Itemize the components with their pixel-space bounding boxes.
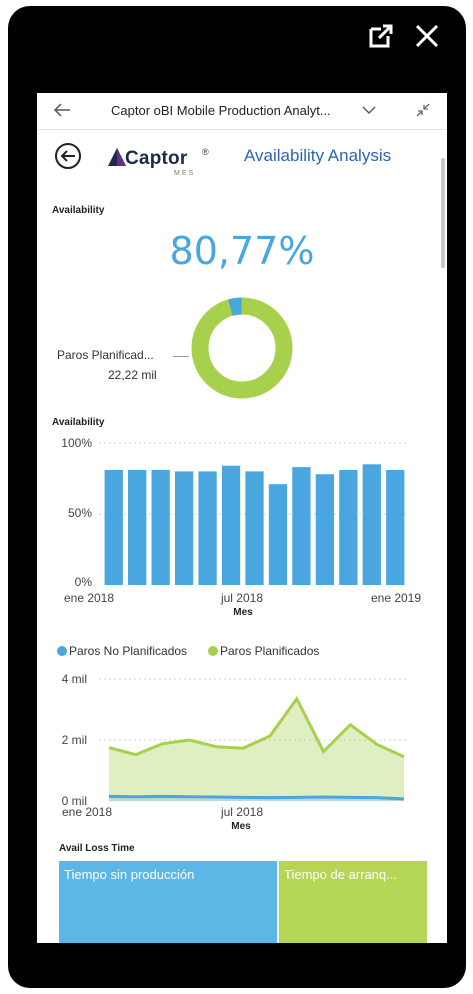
bar[interactable] — [268, 484, 288, 585]
app-screen: Captor oBI Mobile Production Analyt... C… — [37, 61, 447, 943]
logo-text: Captor — [125, 148, 188, 169]
bar[interactable] — [198, 471, 217, 585]
logo-registered: ® — [202, 147, 209, 157]
app-bar: Captor oBI Mobile Production Analyt... — [37, 93, 447, 130]
bar[interactable] — [339, 469, 358, 585]
logo-subtitle: MES — [174, 170, 196, 177]
donut-leader-line — [173, 356, 189, 357]
device-frame: Captor oBI Mobile Production Analyt... C… — [0, 0, 473, 994]
bar[interactable] — [174, 471, 194, 585]
area-fill — [109, 698, 404, 801]
x-tick: ene 2019 — [371, 591, 421, 605]
treemap-title: Avail Loss Time — [59, 843, 135, 854]
y-tick: 4 mil — [62, 672, 87, 686]
legend-label: Paros No Planificados — [69, 644, 187, 658]
collapse-icon[interactable] — [415, 102, 431, 123]
bar[interactable] — [128, 469, 147, 585]
donut-slice-planned[interactable] — [191, 297, 293, 399]
donut-value: 22,22 mil — [108, 368, 157, 382]
y-tick: 50% — [68, 506, 92, 520]
chevron-down-icon[interactable] — [361, 102, 377, 123]
treemap-tile-label: Tiempo de arranq... — [284, 867, 397, 882]
x-tick: ene 2018 — [64, 591, 114, 605]
bar[interactable] — [245, 471, 264, 585]
treemap: Tiempo sin producción Tiempo de arranq..… — [59, 861, 427, 943]
donut-label: Paros Planificad... — [57, 348, 154, 362]
legend-label: Paros Planificados — [220, 644, 319, 658]
bar[interactable] — [315, 474, 335, 585]
treemap-tile-label: Tiempo sin producción — [64, 867, 195, 882]
close-icon[interactable] — [413, 22, 441, 50]
scrollbar[interactable] — [441, 158, 445, 268]
x-tick: ene 2018 — [62, 805, 112, 819]
bar[interactable] — [221, 465, 241, 585]
legend-marker-unplanned — [57, 646, 67, 656]
bar[interactable] — [386, 469, 405, 585]
bar[interactable] — [292, 467, 311, 585]
window-controls — [367, 22, 441, 50]
bar[interactable] — [362, 464, 381, 585]
back-circle-icon[interactable] — [54, 142, 82, 175]
treemap-tile-no-production[interactable]: Tiempo sin producción — [59, 861, 277, 943]
arrow-left-icon[interactable] — [51, 99, 73, 121]
x-tick: jul 2018 — [220, 805, 263, 819]
area-chart[interactable]: 4 mil 2 mil 0 mil ene 2018 jul 2018 Mes — [37, 665, 447, 845]
legend-marker-planned — [208, 646, 218, 656]
kpi-value: 80,77% — [169, 229, 315, 273]
kpi-label: Availability — [52, 205, 105, 216]
x-axis-label: Mes — [233, 607, 253, 618]
x-axis-label: Mes — [231, 821, 251, 832]
x-tick: jul 2018 — [220, 591, 263, 605]
report-title[interactable]: Captor oBI Mobile Production Analyt... — [111, 103, 331, 118]
bar[interactable] — [104, 469, 123, 585]
page-title: Availability Analysis — [244, 146, 392, 165]
bar-chart-title: Availability — [52, 417, 105, 428]
popout-icon[interactable] — [367, 22, 395, 50]
y-tick: 0% — [75, 575, 93, 589]
area-legend: Paros No Planificados Paros Planificados — [57, 644, 319, 658]
bar[interactable] — [151, 469, 170, 585]
report-canvas: Captor ® MES Availability Analysis Avail… — [37, 130, 447, 943]
donut-chart[interactable] — [187, 293, 297, 408]
captor-logo-icon — [107, 147, 127, 172]
status-bar — [37, 61, 447, 93]
y-tick: 100% — [61, 436, 92, 450]
treemap-tile-startup[interactable]: Tiempo de arranq... — [279, 861, 427, 943]
bar-chart[interactable]: 100% 50% 0% ene 2018 jul 2018 ene 2019 M… — [37, 430, 447, 620]
y-tick: 2 mil — [62, 733, 87, 747]
